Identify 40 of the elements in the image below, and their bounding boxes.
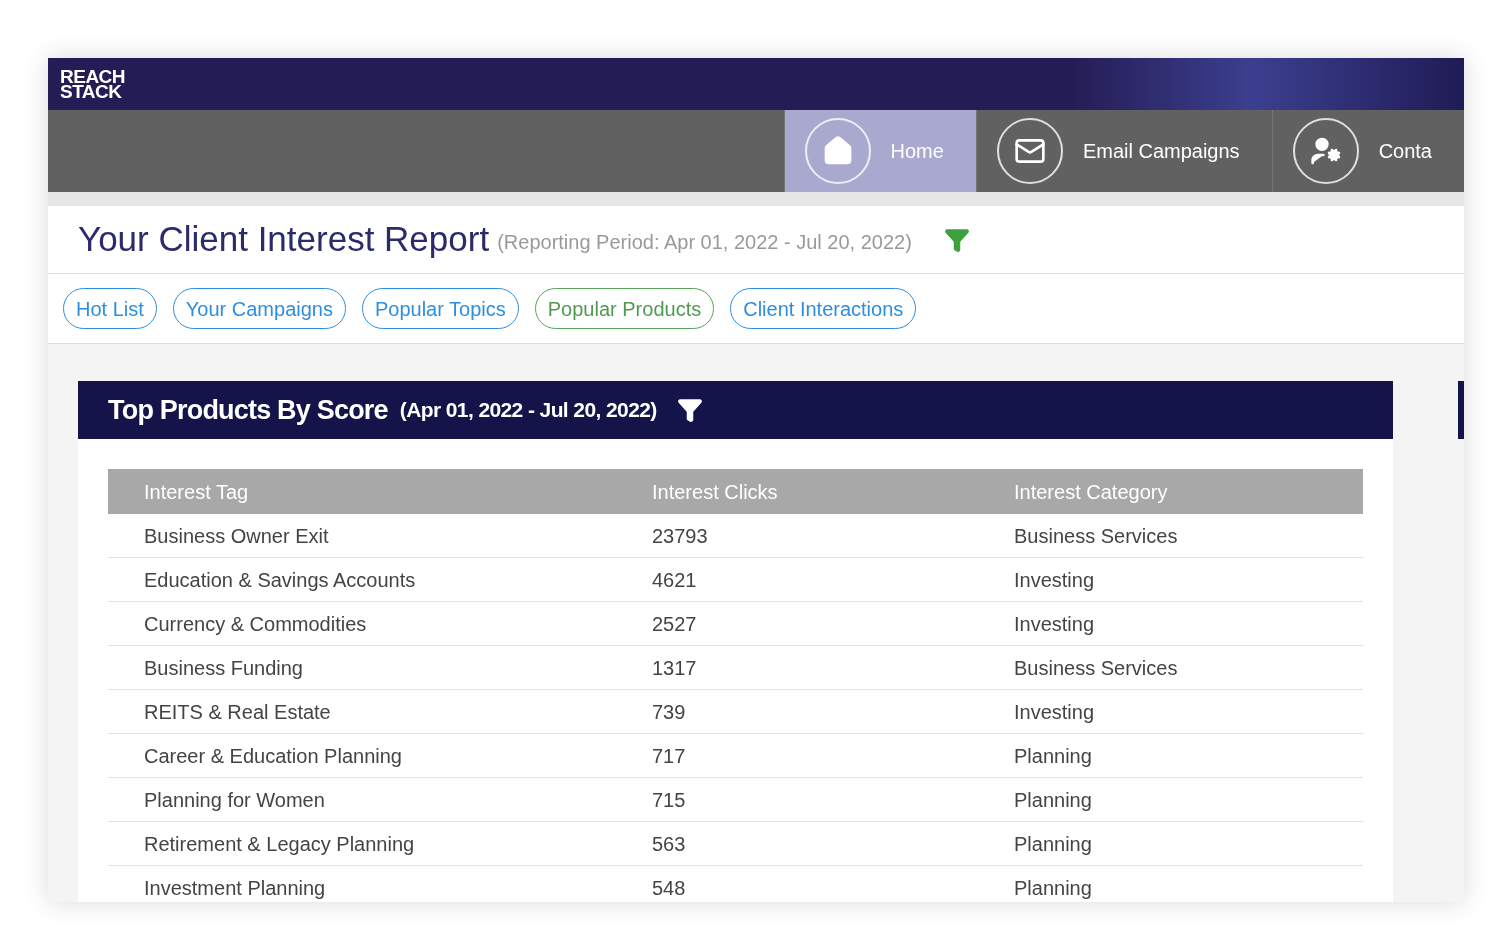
column-header: Interest Tag xyxy=(144,479,250,505)
table-cell-text: Planning xyxy=(1014,787,1093,813)
table-cell-text: Planning xyxy=(1014,875,1093,901)
table-cell-text: Education & Savings Accounts xyxy=(144,567,417,593)
column-header: Interest Clicks xyxy=(652,479,779,505)
home-icon xyxy=(804,118,871,184)
user-gear-icon xyxy=(1292,118,1359,184)
column-header: Interest Category xyxy=(1014,479,1169,505)
table-cell-text: 1317 xyxy=(652,655,698,681)
table-cell-text: Business Services xyxy=(1014,523,1179,549)
table-cell-text: Planning for Women xyxy=(144,787,326,813)
card-period: (Apr 01, 2022 - Jul 20, 2022) xyxy=(399,397,657,424)
table-cell-text: Currency & Commodities xyxy=(144,611,368,637)
table-cell-text: 2527 xyxy=(652,611,698,637)
table-cell-text: 739 xyxy=(652,699,687,725)
filter-icon[interactable] xyxy=(676,397,703,423)
table-cell-text: REITS & Real Estate xyxy=(144,699,332,725)
table-cell-text: Investing xyxy=(1014,611,1096,637)
table-cell-text: Business Owner Exit xyxy=(144,523,330,549)
table-cell-text: Investing xyxy=(1014,699,1096,725)
table-cell-text: 717 xyxy=(652,743,687,769)
card-title: Top Products By Score xyxy=(108,393,388,427)
reporting-period: (Reporting Period: Apr 01, 2022 - Jul 20, 2022) xyxy=(497,229,912,255)
table-cell-text: Career & Education Planning xyxy=(144,743,403,769)
table-cell-text: 563 xyxy=(652,831,687,857)
table-cell-text: 23793 xyxy=(652,523,709,549)
table-cell-text: 715 xyxy=(652,787,687,813)
envelope-icon xyxy=(996,118,1063,184)
logo[interactable]: REACH STACK xyxy=(60,69,126,99)
table-cell-text: 548 xyxy=(652,875,687,901)
table-cell-text: Business Services xyxy=(1014,655,1179,681)
table-cell-text: Business Funding xyxy=(144,655,304,681)
table-cell-text: Investing xyxy=(1014,567,1096,593)
table-cell-text: Investment Planning xyxy=(144,875,327,901)
table-cell-text: Planning xyxy=(1014,831,1093,857)
table-cell-text: Retirement & Legacy Planning xyxy=(144,831,416,857)
table-cell-text: Planning xyxy=(1014,743,1093,769)
report-title: Your Client Interest Report xyxy=(78,218,490,261)
table-cell-text: 4621 xyxy=(652,567,698,593)
nav-tab[interactable]: Home xyxy=(783,110,976,192)
